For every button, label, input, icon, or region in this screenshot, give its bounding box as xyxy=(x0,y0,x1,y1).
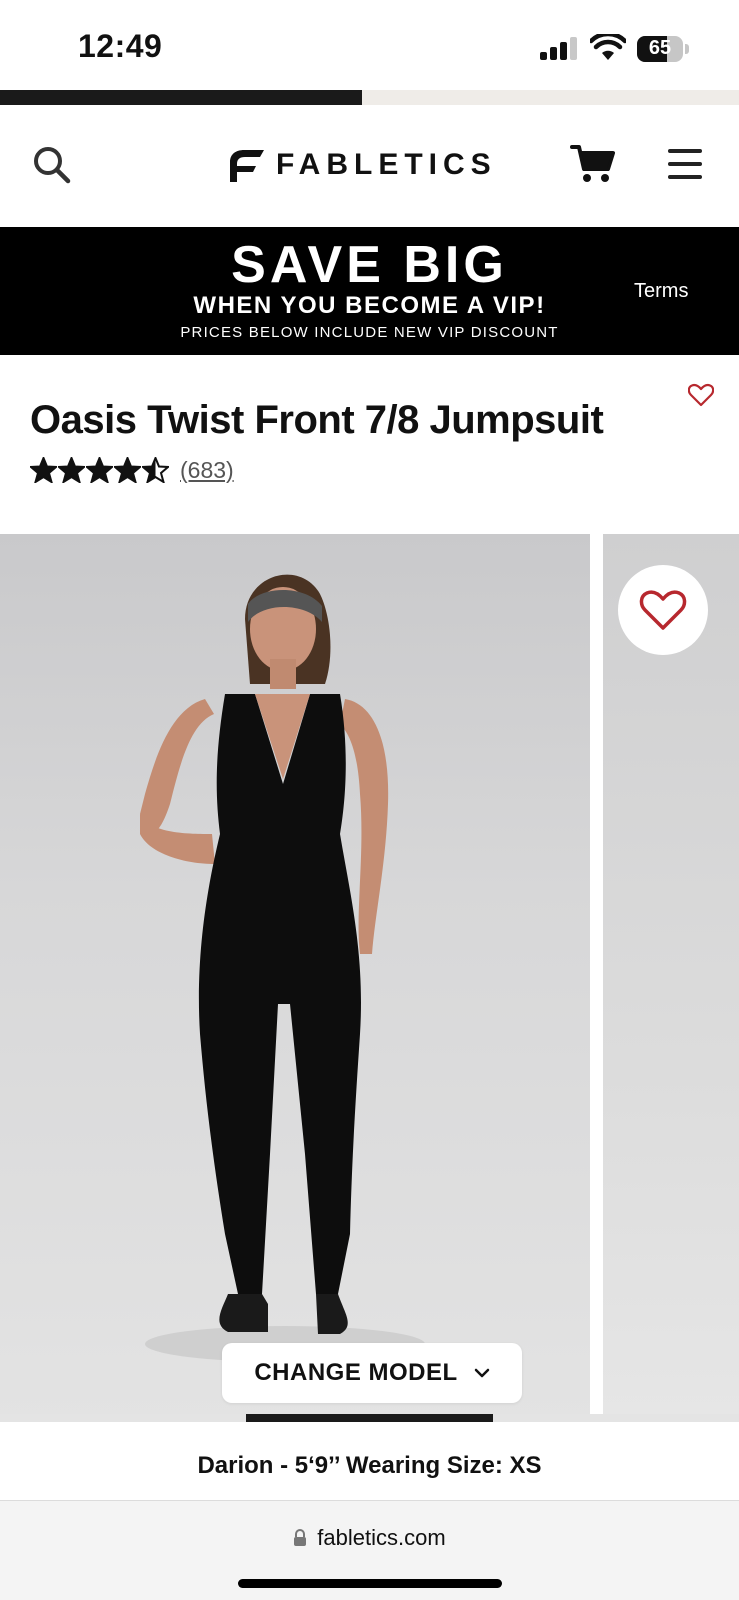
url-text: fabletics.com xyxy=(317,1525,446,1550)
status-time: 12:49 xyxy=(78,28,163,64)
product-image[interactable]: CHANGE MODEL xyxy=(0,534,590,1422)
logo-text: FABLETICS xyxy=(276,148,497,181)
promo-subtitle: WHEN YOU BECOME A VIP! xyxy=(193,292,546,319)
battery-level: 65 xyxy=(648,37,672,59)
model-photo xyxy=(140,574,425,1362)
promo-note: PRICES BELOW INCLUDE NEW VIP DISCOUNT xyxy=(180,324,559,341)
promo-terms-link[interactable]: Terms xyxy=(634,280,688,303)
status-bar: 12:49 65 xyxy=(0,0,739,90)
chevron-down-icon xyxy=(474,1368,489,1378)
wifi-icon xyxy=(590,34,626,60)
star-icon xyxy=(142,457,169,483)
star-icon xyxy=(86,457,113,483)
product-image-gallery[interactable]: CHANGE MODEL xyxy=(0,534,739,1422)
star-icon xyxy=(30,457,57,483)
cellular-signal-icon xyxy=(540,37,578,60)
favorite-heart-icon[interactable] xyxy=(688,383,714,407)
star-icon xyxy=(58,457,85,483)
change-model-button[interactable]: CHANGE MODEL xyxy=(222,1343,522,1403)
rating-stars xyxy=(30,457,170,483)
menu-icon[interactable] xyxy=(668,149,702,179)
vip-promo-banner[interactable]: SAVE BIG WHEN YOU BECOME A VIP! PRICES B… xyxy=(0,227,739,355)
fabletics-logo-mark-icon xyxy=(230,150,264,182)
star-icon xyxy=(114,457,141,483)
review-count-link[interactable]: (683) xyxy=(180,457,234,484)
home-indicator[interactable] xyxy=(238,1579,502,1588)
gallery-scroll-thumb xyxy=(246,1414,493,1422)
site-header: FABLETICS xyxy=(0,105,739,227)
gallery-scroll-indicator xyxy=(0,1414,739,1422)
promo-title: SAVE BIG xyxy=(231,236,508,294)
search-icon[interactable] xyxy=(32,145,72,185)
url-display[interactable]: fabletics.com xyxy=(0,1525,739,1551)
product-title: Oasis Twist Front 7/8 Jumpsuit xyxy=(30,398,604,442)
browser-address-bar[interactable]: fabletics.com xyxy=(0,1500,739,1600)
battery-icon: 65 xyxy=(637,36,689,62)
model-size-caption: Darion - 5‘9’’ Wearing Size: XS xyxy=(0,1422,739,1500)
page-load-progress xyxy=(0,90,739,105)
fabletics-logo[interactable]: FABLETICS xyxy=(226,145,497,185)
heart-icon xyxy=(639,590,687,630)
next-product-image[interactable] xyxy=(603,534,739,1422)
product-rating[interactable]: (683) xyxy=(30,455,234,485)
cart-icon[interactable] xyxy=(570,143,616,185)
page-load-progress-fill xyxy=(0,90,363,105)
change-model-label: CHANGE MODEL xyxy=(254,1359,458,1386)
lock-icon xyxy=(294,1529,307,1546)
add-to-favorites-button[interactable] xyxy=(618,565,708,655)
